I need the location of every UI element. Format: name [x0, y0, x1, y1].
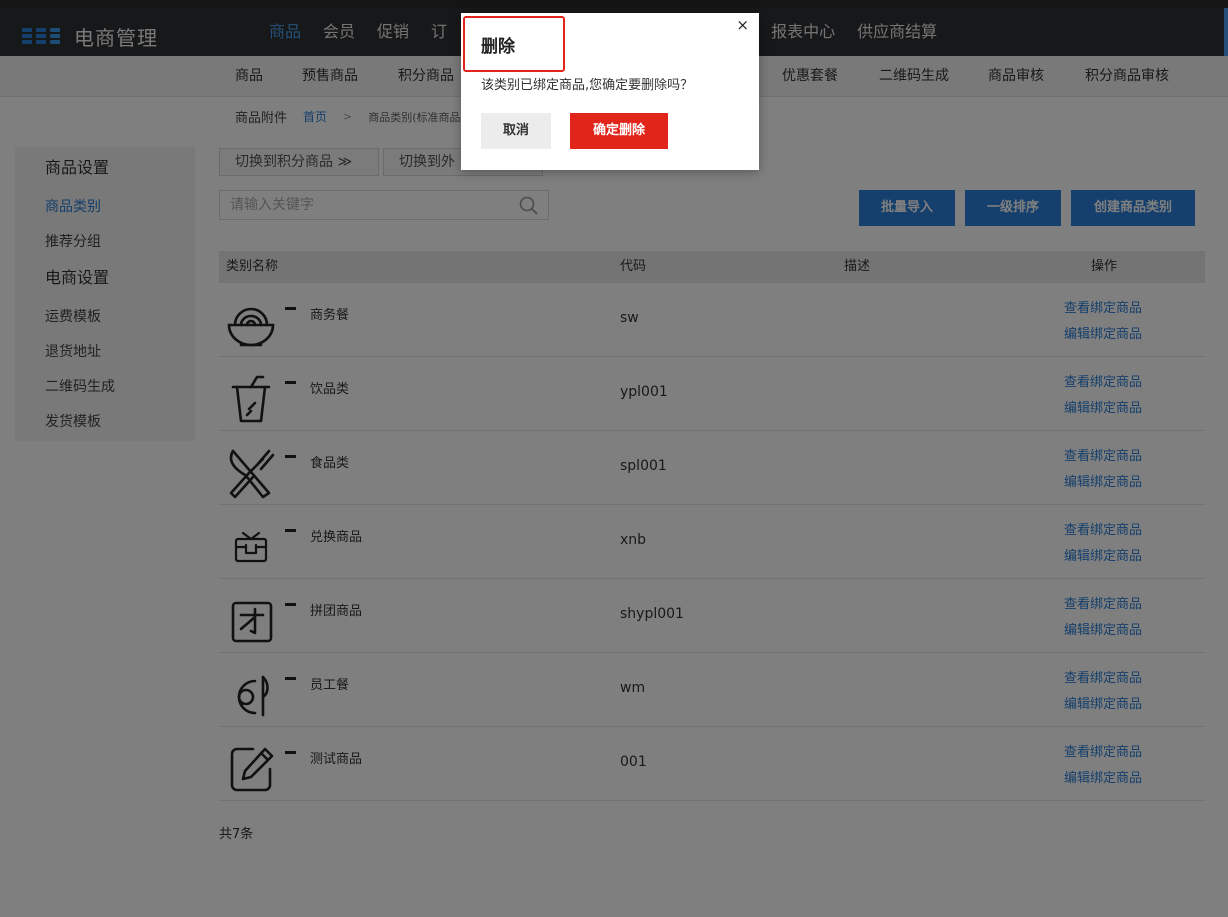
confirm-delete-button[interactable]: 确定删除 [570, 113, 668, 149]
delete-dialog: 删除 × 该类别已绑定商品,您确定要删除吗？ 取消 确定删除 [461, 13, 759, 170]
close-icon[interactable]: × [736, 16, 749, 34]
dialog-message: 该类别已绑定商品,您确定要删除吗？ [481, 78, 694, 93]
cancel-button[interactable]: 取消 [481, 113, 551, 149]
dialog-title: 删除 [463, 16, 565, 72]
